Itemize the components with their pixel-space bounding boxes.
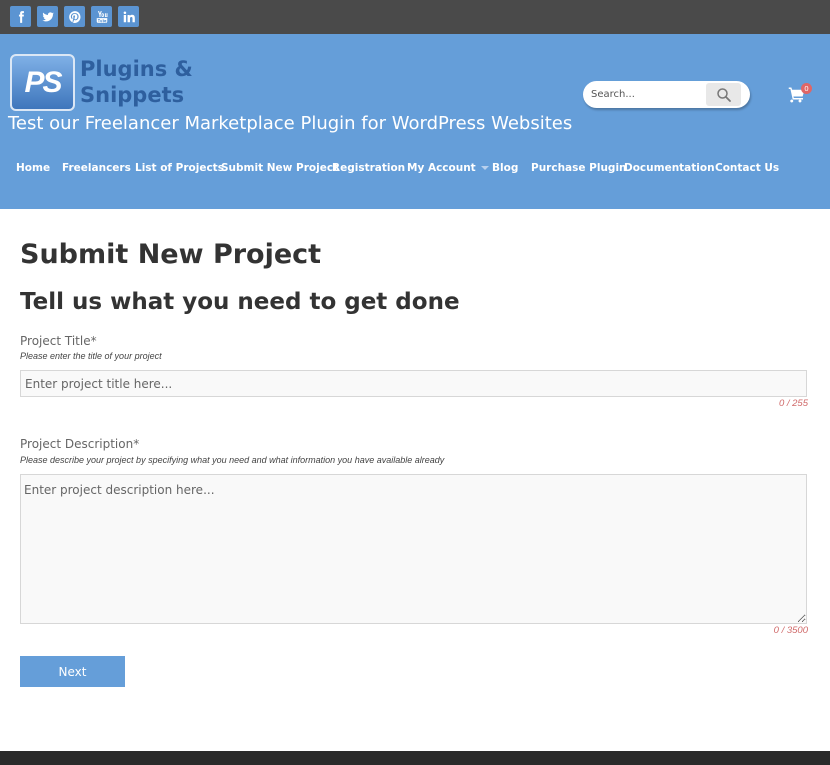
project-title-input[interactable] xyxy=(20,370,807,397)
nav-item-contact-us[interactable]: Contact Us xyxy=(715,162,779,174)
facebook-icon[interactable] xyxy=(10,6,31,27)
search-box xyxy=(583,81,750,108)
main-nav: Home Freelancers List of Projects Submit… xyxy=(0,162,830,176)
search-button[interactable] xyxy=(706,83,741,106)
site-footer xyxy=(0,751,830,765)
logo-line-2: Snippets xyxy=(80,83,185,107)
project-description-label: Project Description* xyxy=(20,437,140,451)
linkedin-icon[interactable] xyxy=(118,6,139,27)
nav-item-registration[interactable]: Registration xyxy=(332,162,405,174)
nav-item-submit-new-project[interactable]: Submit New Project xyxy=(221,162,338,174)
chevron-down-icon xyxy=(480,166,489,170)
youtube-icon[interactable] xyxy=(91,6,112,27)
nav-item-purchase-plugin[interactable]: Purchase Plugin xyxy=(531,162,627,174)
search-icon xyxy=(716,87,731,102)
cart-count-badge: 0 xyxy=(801,83,812,94)
nav-item-my-account-label: My Account xyxy=(407,162,476,174)
page-title: Submit New Project xyxy=(20,239,322,270)
site-header: PS Plugins & Snippets Test our Freelance… xyxy=(0,34,830,209)
project-description-input[interactable] xyxy=(20,474,807,624)
nav-item-blog[interactable]: Blog xyxy=(492,162,518,174)
nav-item-home[interactable]: Home xyxy=(16,162,50,174)
pinterest-icon[interactable] xyxy=(64,6,85,27)
nav-item-list-of-projects[interactable]: List of Projects xyxy=(135,162,224,174)
logo-mark-text: PS xyxy=(24,65,62,99)
twitter-icon[interactable] xyxy=(37,6,58,27)
form-subtitle: Tell us what you need to get done xyxy=(20,289,460,315)
logo-mark[interactable]: PS xyxy=(10,54,75,111)
project-description-counter: 0 / 3500 xyxy=(773,625,808,636)
project-title-label: Project Title* xyxy=(20,334,97,348)
project-title-counter: 0 / 255 xyxy=(778,398,808,409)
site-tagline: Test our Freelancer Marketplace Plugin f… xyxy=(8,113,573,134)
cart-button[interactable]: 0 xyxy=(788,83,812,106)
nav-item-documentation[interactable]: Documentation xyxy=(624,162,715,174)
nav-item-my-account[interactable]: My Account xyxy=(407,162,489,174)
nav-item-freelancers[interactable]: Freelancers xyxy=(62,162,131,174)
project-description-hint: Please describe your project by specifyi… xyxy=(20,455,445,465)
logo-line-1: Plugins & xyxy=(80,57,193,81)
next-button[interactable]: Next xyxy=(20,656,125,687)
project-title-hint: Please enter the title of your project xyxy=(20,351,162,361)
logo-text[interactable]: Plugins & Snippets xyxy=(80,56,193,108)
social-bar xyxy=(0,0,830,34)
search-input[interactable] xyxy=(587,84,709,105)
